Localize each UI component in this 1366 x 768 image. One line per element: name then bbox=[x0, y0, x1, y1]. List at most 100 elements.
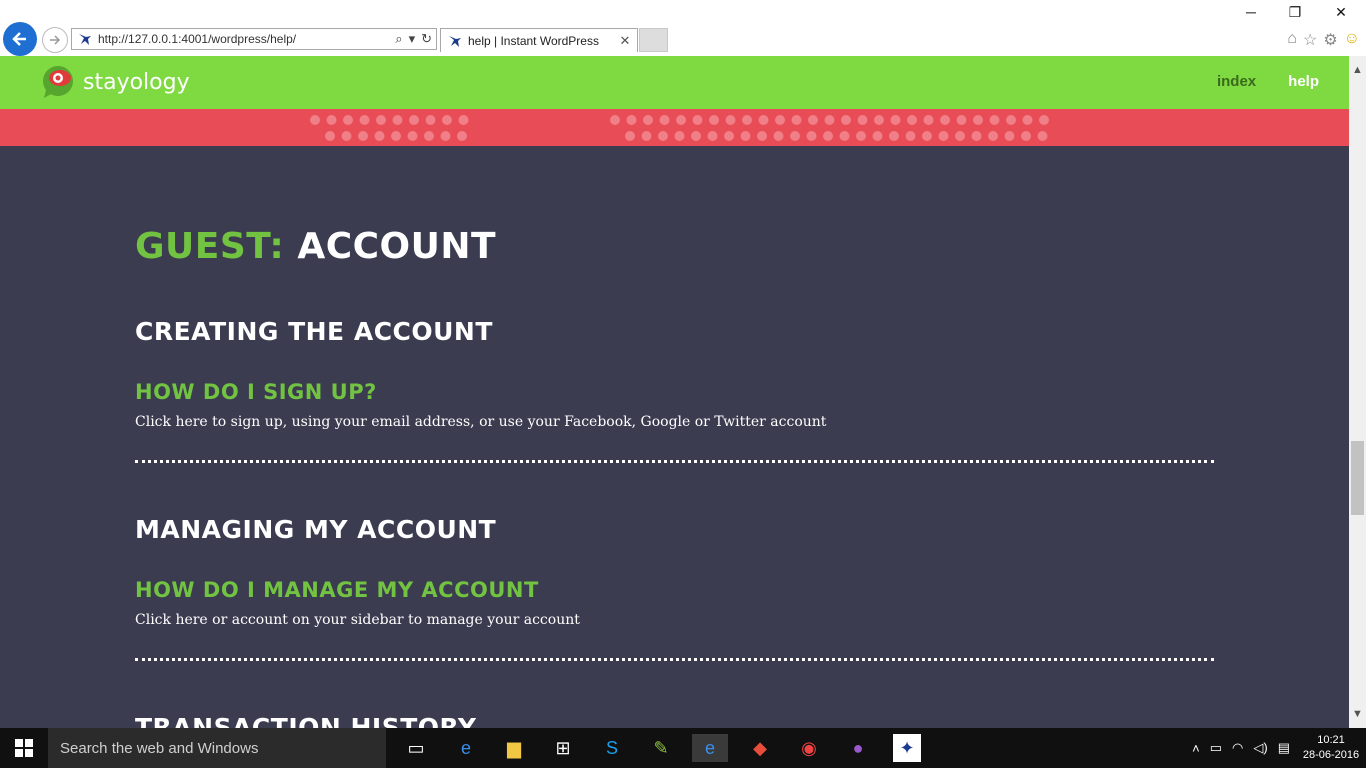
banner-dot bbox=[676, 115, 686, 125]
chrome-icon[interactable]: ◉ bbox=[795, 734, 823, 762]
wifi-icon[interactable]: ◠ bbox=[1232, 740, 1243, 756]
url-text[interactable]: http://127.0.0.1:4001/wordpress/help/ bbox=[98, 32, 395, 46]
banner-dot bbox=[922, 131, 932, 141]
banner-dot bbox=[1021, 131, 1031, 141]
banner-dot bbox=[325, 131, 335, 141]
banner-dot bbox=[610, 115, 620, 125]
dots-pattern bbox=[310, 115, 1049, 141]
banner-dot bbox=[790, 131, 800, 141]
banner-dot bbox=[658, 131, 668, 141]
internet-explorer-icon[interactable]: e bbox=[692, 734, 728, 762]
tray-chevron-icon[interactable]: ˄ bbox=[1192, 741, 1200, 756]
editor-app-icon[interactable]: ✎ bbox=[647, 734, 675, 762]
search-icon[interactable]: ⌕ bbox=[395, 31, 402, 47]
refresh-icon[interactable]: ↻ bbox=[421, 31, 432, 47]
logo-text: stayology bbox=[83, 69, 190, 95]
minimize-button[interactable]: ─ bbox=[1228, 4, 1274, 20]
git-app-icon[interactable]: ◆ bbox=[746, 734, 774, 762]
banner-dot bbox=[824, 115, 835, 125]
tab-favicon-icon bbox=[449, 35, 461, 47]
banner-dot bbox=[773, 131, 784, 141]
file-explorer-icon[interactable]: ▆ bbox=[500, 734, 528, 762]
edge-browser-icon[interactable]: e bbox=[452, 734, 480, 762]
store-icon[interactable]: ⊞ bbox=[549, 734, 577, 762]
banner-dot bbox=[989, 115, 1000, 125]
settings-gear-icon[interactable]: ⚙ bbox=[1323, 30, 1337, 50]
banner-dot bbox=[857, 115, 868, 125]
answer-text[interactable]: Click here to sign up, using your email … bbox=[135, 414, 1214, 430]
banner-dot bbox=[1039, 115, 1049, 125]
favorites-star-icon[interactable]: ☆ bbox=[1303, 30, 1317, 50]
site-nav: index help bbox=[1217, 73, 1319, 90]
question-title: HOW DO I SIGN UP? bbox=[135, 380, 377, 404]
home-icon[interactable]: ⌂ bbox=[1287, 30, 1297, 50]
banner-dot bbox=[691, 131, 701, 141]
system-tray: ˄ ▭ ◠ ◁) ▤ 10:21 28-06-2016 bbox=[1192, 728, 1366, 768]
volume-icon[interactable]: ◁) bbox=[1253, 740, 1267, 756]
vertical-scrollbar[interactable]: ▲ ▼ bbox=[1349, 56, 1366, 728]
banner-dot bbox=[839, 131, 850, 141]
battery-icon[interactable]: ▭ bbox=[1210, 740, 1222, 756]
banner-dot bbox=[692, 115, 703, 125]
browser-tab[interactable]: help | Instant WordPress ✕ bbox=[440, 28, 638, 52]
decorative-banner bbox=[0, 109, 1349, 146]
banner-dot bbox=[955, 131, 965, 141]
tab-close-icon[interactable]: ✕ bbox=[617, 33, 633, 49]
banner-dot bbox=[641, 131, 652, 141]
banner-dot bbox=[391, 131, 401, 141]
site-logo[interactable]: stayology bbox=[40, 64, 190, 100]
banner-dot bbox=[425, 115, 436, 125]
question-title: HOW DO I MANAGE MY ACCOUNT bbox=[135, 578, 539, 602]
new-tab-button[interactable] bbox=[639, 28, 668, 52]
banner-dot bbox=[905, 131, 916, 141]
taskbar-search-box[interactable]: Search the web and Windows bbox=[48, 728, 386, 768]
banner-dot bbox=[458, 115, 469, 125]
cat-app-icon[interactable]: ● bbox=[844, 734, 872, 762]
site-header: stayology index help bbox=[0, 56, 1349, 109]
address-bar[interactable]: http://127.0.0.1:4001/wordpress/help/ ⌕ … bbox=[71, 28, 437, 50]
banner-dot bbox=[392, 115, 403, 125]
instant-wordpress-icon[interactable]: ✦ bbox=[893, 734, 921, 762]
banner-dot bbox=[424, 131, 434, 141]
restore-button[interactable]: ❐ bbox=[1272, 4, 1318, 21]
help-content: GUEST: ACCOUNT CREATING THE ACCOUNT HOW … bbox=[0, 226, 1349, 728]
banner-dot bbox=[409, 115, 419, 125]
tab-title: help | Instant WordPress bbox=[468, 33, 599, 48]
answer-text[interactable]: Click here or account on your sidebar to… bbox=[135, 612, 1214, 628]
scroll-thumb[interactable] bbox=[1351, 441, 1364, 515]
close-window-button[interactable]: ✕ bbox=[1318, 4, 1364, 21]
banner-dot bbox=[359, 115, 370, 125]
nav-index-link[interactable]: index bbox=[1217, 73, 1256, 90]
taskbar-clock[interactable]: 10:21 28-06-2016 bbox=[1296, 733, 1366, 763]
banner-dot bbox=[874, 115, 884, 125]
banner-dot bbox=[872, 131, 883, 141]
banner-dot bbox=[973, 115, 983, 125]
start-button[interactable] bbox=[0, 728, 48, 768]
banner-dot bbox=[740, 131, 751, 141]
smiley-feedback-icon[interactable]: ☺ bbox=[1344, 30, 1360, 50]
banner-dot bbox=[709, 115, 719, 125]
banner-dot bbox=[988, 131, 998, 141]
scroll-down-icon[interactable]: ▼ bbox=[1349, 708, 1366, 720]
page-title: GUEST: ACCOUNT bbox=[135, 226, 1214, 267]
scroll-up-icon[interactable]: ▲ bbox=[1349, 64, 1366, 76]
task-view-icon[interactable]: ▭ bbox=[402, 734, 430, 762]
banner-dot bbox=[791, 115, 802, 125]
forward-button[interactable] bbox=[42, 27, 68, 53]
back-button[interactable] bbox=[3, 22, 37, 56]
browser-chrome: http://127.0.0.1:4001/wordpress/help/ ⌕ … bbox=[0, 0, 1366, 56]
banner-dot bbox=[757, 131, 767, 141]
notifications-icon[interactable]: ▤ bbox=[1278, 740, 1290, 756]
banner-dot bbox=[923, 115, 934, 125]
section-title: CREATING THE ACCOUNT bbox=[135, 317, 493, 346]
skype-icon[interactable]: S bbox=[598, 734, 626, 762]
windows-taskbar: Search the web and Windows ▭ e ▆ ⊞ S ✎ e… bbox=[0, 728, 1366, 768]
banner-dot bbox=[971, 131, 982, 141]
banner-dot bbox=[806, 131, 817, 141]
nav-help-link[interactable]: help bbox=[1288, 73, 1319, 90]
banner-dot bbox=[823, 131, 833, 141]
arrow-right-icon bbox=[50, 35, 61, 45]
banner-dot bbox=[1037, 131, 1048, 141]
banner-dot bbox=[326, 115, 337, 125]
dropdown-icon[interactable]: ▾ bbox=[409, 31, 416, 47]
